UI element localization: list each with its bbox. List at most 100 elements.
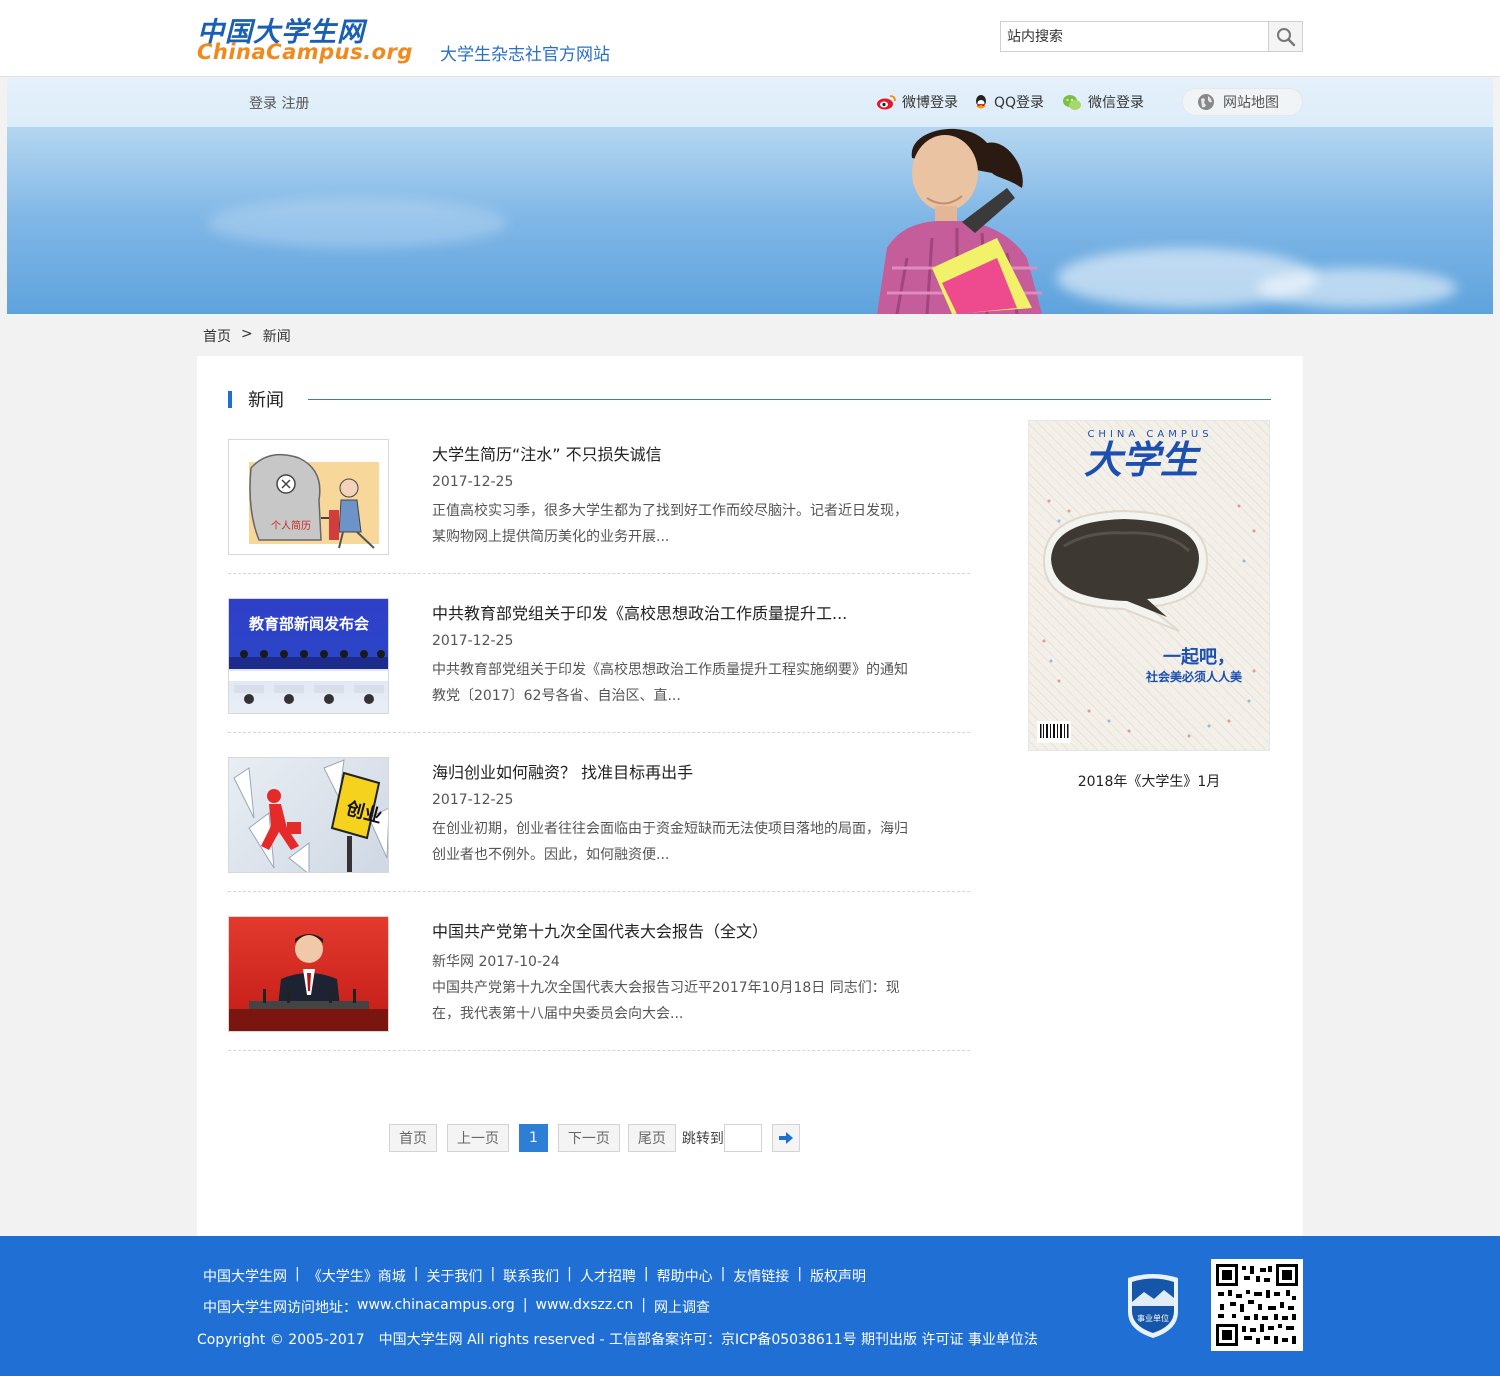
sitemap-label: 网站地图 xyxy=(1223,95,1279,111)
pagination-current-page[interactable]: 1 xyxy=(519,1124,548,1152)
pagination-first[interactable]: 首页 xyxy=(389,1124,437,1152)
news-thumbnail[interactable]: 教育部新闻发布会 xyxy=(228,598,389,714)
footer-link[interactable]: 中国大学生网 xyxy=(203,1266,287,1286)
wechat-login-link[interactable]: 微信登录 xyxy=(1062,92,1144,112)
search-button[interactable] xyxy=(1268,22,1302,51)
wechat-login-label: 微信登录 xyxy=(1088,95,1144,111)
breadcrumb: 首页 > 新闻 xyxy=(203,326,291,346)
qr-code-icon xyxy=(1216,1264,1298,1346)
jump-go-button[interactable] xyxy=(771,1124,800,1152)
pagination-prev[interactable]: 上一页 xyxy=(447,1124,509,1152)
news-title[interactable]: 中共教育部党组关于印发《高校思想政治工作质量提升工... xyxy=(432,600,847,624)
news-title[interactable]: 大学生简历“注水” 不只损失诚信 xyxy=(432,441,662,465)
section-divider xyxy=(308,399,1271,400)
news-thumbnail[interactable] xyxy=(228,916,389,1032)
login-link[interactable]: 登录 xyxy=(249,96,277,112)
cloud-decoration xyxy=(207,198,507,248)
news-date: 新华网 2017-10-24 xyxy=(432,954,560,970)
footer-separator: | xyxy=(295,1266,300,1282)
wechat-icon xyxy=(1063,94,1081,110)
register-link[interactable]: 注册 xyxy=(281,96,309,112)
footer-link[interactable]: 《大学生》商城 xyxy=(308,1266,406,1286)
footer-link[interactable]: 友情链接 xyxy=(733,1266,789,1286)
footer-link[interactable]: 关于我们 xyxy=(426,1266,482,1286)
news-list-item: 创业 海归创业如何融资？ 找准目标再出手 2017-12-25 在创业初期，创业… xyxy=(228,733,970,892)
footer-link[interactable]: 联系我们 xyxy=(503,1266,559,1286)
breadcrumb-separator: > xyxy=(241,326,253,342)
arrow-right-icon xyxy=(778,1132,793,1144)
pagination-last[interactable]: 尾页 xyxy=(627,1124,676,1152)
cover-title: 大学生 xyxy=(1084,437,1202,482)
pagination: 首页 上一页 1 下一页 尾页 跳转到 xyxy=(389,1124,800,1152)
footer-separator: | xyxy=(522,1297,528,1313)
section-heading: 新闻 xyxy=(228,386,284,412)
resume-cartoon-image: 个人简历 xyxy=(249,453,379,549)
weibo-login-link[interactable]: 微博登录 xyxy=(876,92,958,112)
cover-slogan-2: 社会美必须人人美 xyxy=(1145,669,1243,684)
breadcrumb-current: 新闻 xyxy=(262,329,291,345)
footer-separator: | xyxy=(797,1266,803,1282)
qq-login-label: QQ登录 xyxy=(994,95,1045,111)
footer-separator: | xyxy=(641,1297,646,1313)
site-slogan: 大学生杂志社官方网站 xyxy=(440,45,610,65)
news-date: 2017-12-25 xyxy=(432,792,514,808)
footer-separator: | xyxy=(490,1266,496,1282)
news-list-item: 中国共产党第十九次全国代表大会报告（全文） 新华网 2017-10-24 中国共… xyxy=(228,892,970,1051)
logo-en-text: ChinaCampus.org xyxy=(197,40,413,64)
magazine-cover-image: CHINA CAMPUS 大学生 一起吧， 社会美必须人人美 xyxy=(1037,429,1256,743)
section-title: 新闻 xyxy=(248,390,284,411)
news-thumbnail[interactable]: 个人简历 xyxy=(228,439,389,555)
magazine-caption[interactable]: 2018年《大学生》1月 xyxy=(1028,771,1270,791)
footer-address-label: 中国大学生网访问地址： xyxy=(203,1300,357,1316)
search-box xyxy=(1000,21,1303,52)
sitemap-button[interactable]: 网站地图 xyxy=(1182,88,1303,116)
news-title[interactable]: 中国共产党第十九次全国代表大会报告（全文） xyxy=(432,918,768,942)
footer-links: 中国大学生网 | 《大学生》商城 | 关于我们 | 联系我们 | 人才招聘 | 帮助中心 |… xyxy=(203,1266,866,1286)
thumb-caption: 个人简历 xyxy=(271,519,311,532)
news-thumbnail[interactable]: 创业 xyxy=(228,757,389,873)
news-list-item: 教育部新闻发布会 中共教育部党组关于印发《高校思想政治工作质量提升工... 20… xyxy=(228,574,970,733)
weibo-icon xyxy=(877,95,896,110)
footer-separator: | xyxy=(720,1266,726,1282)
globe-icon xyxy=(1198,94,1214,110)
qr-code xyxy=(1211,1259,1303,1351)
search-input[interactable] xyxy=(1001,22,1269,51)
jump-page-input[interactable] xyxy=(723,1124,762,1152)
footer-survey-link[interactable]: 网上调查 xyxy=(654,1297,710,1317)
news-title[interactable]: 海归创业如何融资？ 找准目标再出手 xyxy=(432,759,693,783)
site-logo[interactable]: 中国大学生网 ChinaCampus.org xyxy=(197,10,412,66)
weibo-login-label: 微博登录 xyxy=(902,95,958,111)
qq-login-link[interactable]: QQ登录 xyxy=(974,92,1044,112)
footer-address-link[interactable]: www.dxszz.cn xyxy=(536,1297,634,1317)
cover-slogan-1: 一起吧， xyxy=(1163,646,1235,668)
news-summary: 中国共产党第十九次全国代表大会报告习近平2017年10月18日 同志们：现在，我… xyxy=(432,980,900,1022)
news-summary: 中共教育部党组关于印发《高校思想政治工作质量提升工程实施纲要》的通知教党〔201… xyxy=(432,662,908,704)
congress-speech-image xyxy=(229,934,388,1031)
footer-separator: | xyxy=(413,1266,419,1282)
site-footer: 中国大学生网 | 《大学生》商城 | 关于我们 | 联系我们 | 人才招聘 | 帮助中心 |… xyxy=(0,1236,1500,1376)
login-register-links: 登录 注册 xyxy=(249,93,309,113)
press-conference-image: 教育部新闻发布会 xyxy=(229,615,388,704)
magazine-cover[interactable]: CHINA CAMPUS 大学生 一起吧， 社会美必须人人美 xyxy=(1028,420,1270,751)
news-list-item: 个人简历 大学生简历“注水” 不只损失诚信 2017-12-25 正值高校实习季… xyxy=(228,415,970,574)
footer-separator: | xyxy=(567,1266,572,1282)
news-summary: 在创业初期，创业者往往会面临由于资金短缺而无法使项目落地的局面，海归创业者也不例… xyxy=(432,821,908,863)
footer-address-link[interactable]: www.chinacampus.org xyxy=(357,1297,515,1317)
cloud-decoration xyxy=(1257,268,1457,308)
footer-link[interactable]: 帮助中心 xyxy=(657,1266,713,1286)
content-panel: 新闻 个人简历 大学生简历“注水” 不只损失诚信 2017-12-25 正值高校… xyxy=(197,356,1303,1236)
site-header: 中国大学生网 ChinaCampus.org 大学生杂志社官方网站 xyxy=(0,0,1500,77)
qq-icon xyxy=(976,94,986,108)
news-date: 2017-12-25 xyxy=(432,633,514,649)
footer-link[interactable]: 版权声明 xyxy=(810,1266,866,1286)
institution-badge[interactable]: 事业单位 xyxy=(1124,1272,1182,1340)
thumb-caption: 教育部新闻发布会 xyxy=(248,615,369,633)
footer-copyright: Copyright © 2005-2017 中国大学生网 All rights … xyxy=(197,1332,1038,1348)
news-summary: 正值高校实习季，很多大学生都为了找到好工作而绞尽脑汁。记者近日发现，某购物网上提… xyxy=(432,503,908,545)
footer-link[interactable]: 人才招聘 xyxy=(580,1266,636,1286)
breadcrumb-home[interactable]: 首页 xyxy=(203,326,231,346)
footer-separator: | xyxy=(643,1266,649,1282)
pagination-next[interactable]: 下一页 xyxy=(557,1124,620,1152)
student-photo xyxy=(877,128,1042,314)
badge-text: 事业单位 xyxy=(1137,1313,1169,1323)
